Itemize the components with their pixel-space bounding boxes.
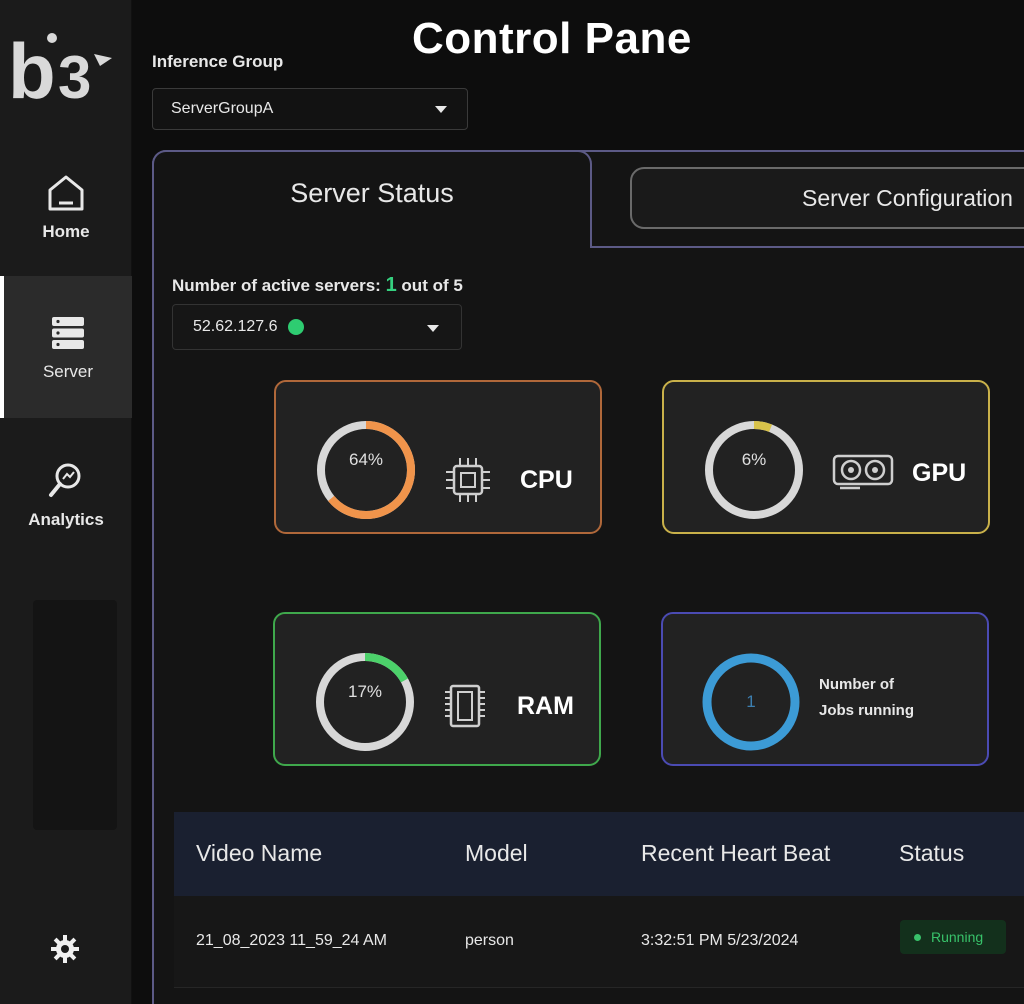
jobs-table-header: Video Name Model Recent Heart Beat Statu… — [174, 812, 1024, 896]
gpu-label: GPU — [912, 459, 967, 487]
inference-group-label: Inference Group — [152, 52, 284, 71]
ram-card: 17% RAM — [273, 612, 601, 766]
server-online-dot — [287, 319, 304, 335]
active-servers-count: 1 — [385, 274, 397, 296]
column-header-video-name[interactable]: Video Name — [196, 840, 322, 867]
tab-server-status-label: Server Status — [290, 178, 454, 208]
server-select[interactable]: 52.62.127.6 — [172, 304, 462, 350]
gpu-card-icon — [830, 452, 896, 497]
page-title: Control Pane — [412, 14, 692, 63]
inference-group-value: ServerGroupA — [171, 100, 274, 117]
chevron-down-icon — [427, 325, 439, 332]
chevron-down-icon — [435, 106, 447, 113]
sidebar-item-home[interactable]: Home — [0, 150, 132, 265]
heartbeat-cell: 3:32:51 PM 5/23/2024 — [641, 932, 799, 949]
tab-server-configuration-label: Server Configuration — [802, 184, 1013, 211]
status-dot — [914, 933, 921, 941]
tab-divider — [590, 246, 1024, 248]
tab-server-configuration[interactable]: Server Configuration — [630, 167, 1024, 229]
gpu-percent: 6% — [741, 450, 767, 469]
sidebar-item-analytics[interactable]: Analytics — [0, 440, 132, 550]
b3-logo: b 3 — [8, 20, 118, 115]
cpu-chip-icon — [442, 454, 494, 511]
server-icon — [48, 313, 88, 362]
server-ip: 52.62.127.6 — [193, 318, 278, 335]
cpu-percent: 64% — [348, 450, 384, 469]
cpu-label: CPU — [520, 466, 573, 494]
total-servers-count: 5 — [453, 276, 463, 295]
sidebar-item-label: Analytics — [28, 509, 104, 529]
cpu-card: 64% CPU — [274, 380, 602, 534]
jobs-label: Number of Jobs running — [819, 676, 914, 719]
column-header-status[interactable]: Status — [899, 840, 964, 867]
ram-chip-icon — [441, 682, 489, 735]
out-of-label: out of — [401, 276, 449, 295]
inference-group-select[interactable]: ServerGroupA — [152, 88, 468, 130]
gear-icon — [49, 933, 81, 970]
ram-percent: 17% — [347, 682, 383, 701]
jobs-count: 1 — [746, 692, 756, 711]
jobs-card: 1 Number of Jobs running — [661, 612, 989, 766]
column-header-heartbeat[interactable]: Recent Heart Beat — [641, 840, 830, 867]
sidebar: b 3 Home Server Analytics — [0, 0, 132, 1004]
model-cell: person — [465, 932, 514, 949]
video-name-cell: 21_08_2023 11_59_24 AM — [196, 932, 387, 949]
sidebar-item-label: Server — [42, 361, 94, 381]
status-text: Running — [931, 929, 984, 945]
active-servers-text: Number of active servers: 1 out of 5 — [172, 274, 463, 297]
active-servers-label: Number of active servers: — [172, 276, 381, 295]
table-row[interactable]: 21_08_2023 11_59_24 AM person 3:32:51 PM… — [174, 896, 1024, 988]
home-icon — [46, 173, 86, 222]
sidebar-placeholder — [33, 600, 117, 830]
tab-cover — [154, 246, 590, 252]
status-badge: Running — [900, 920, 1006, 954]
analytics-icon — [46, 461, 86, 510]
ram-label: RAM — [517, 692, 574, 720]
gpu-card: 6% GPU — [662, 380, 990, 534]
svg-text:3: 3 — [58, 44, 91, 110]
settings-button[interactable] — [44, 930, 86, 972]
sidebar-item-server[interactable]: Server — [0, 276, 132, 418]
column-header-model[interactable]: Model — [465, 840, 528, 867]
sidebar-item-label: Home — [42, 222, 90, 241]
